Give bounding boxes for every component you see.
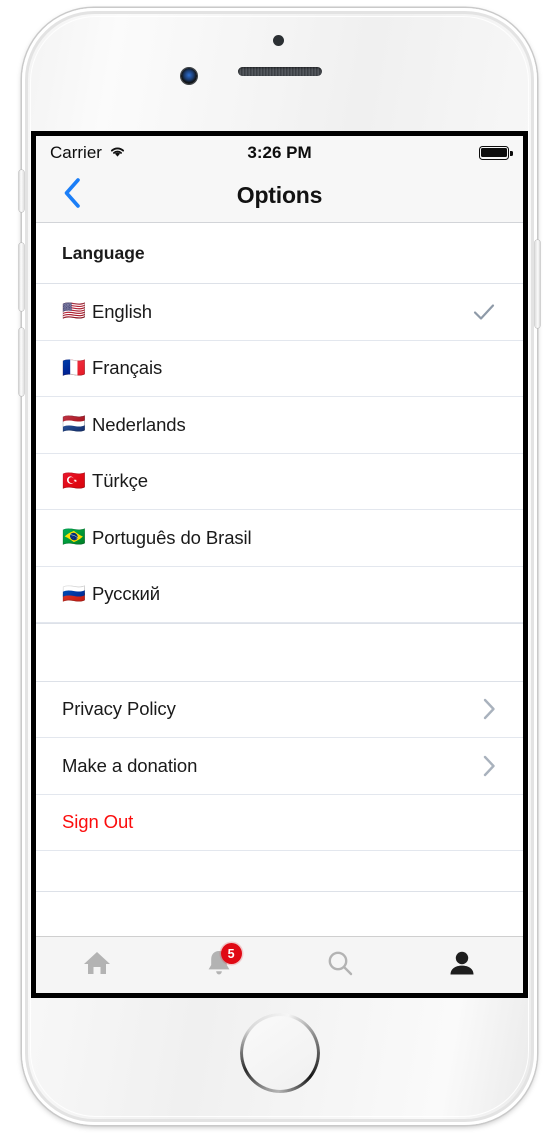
language-row-turkce[interactable]: 🇹🇷 Türkçe (36, 453, 523, 510)
make-a-donation-label: Make a donation (62, 754, 198, 776)
home-icon (82, 948, 112, 983)
search-icon (325, 948, 355, 983)
chevron-left-icon (62, 177, 82, 214)
privacy-policy-label: Privacy Policy (62, 698, 176, 720)
language-row-english[interactable]: 🇺🇸 English (36, 284, 523, 341)
sign-out-label: Sign Out (62, 811, 134, 833)
flag-icon-us: 🇺🇸 (62, 301, 86, 323)
chevron-right-icon (482, 754, 497, 778)
proximity-sensor-icon (273, 35, 284, 46)
flag-icon-ru: 🇷🇺 (62, 583, 86, 605)
tab-notifications[interactable]: 5 (158, 937, 280, 993)
phone-screen: Carrier 3:26 PM Options Language 🇺🇸 Engl… (36, 136, 523, 993)
sign-out-row[interactable]: Sign Out (36, 794, 523, 851)
silent-switch[interactable] (19, 170, 24, 212)
volume-down-button[interactable] (19, 328, 24, 396)
carrier-label: Carrier (50, 142, 102, 162)
language-label: Nederlands (92, 413, 186, 435)
status-bar: Carrier 3:26 PM (36, 136, 523, 169)
language-label: Русский (92, 583, 160, 605)
section-spacer (36, 623, 523, 682)
checkmark-icon (471, 299, 497, 325)
power-button[interactable] (535, 240, 540, 328)
language-row-russkiy[interactable]: 🇷🇺 Русский (36, 566, 523, 623)
back-button[interactable] (50, 174, 94, 218)
screenshot-root: Carrier 3:26 PM Options Language 🇺🇸 Engl… (0, 0, 559, 1133)
make-a-donation-row[interactable]: Make a donation (36, 738, 523, 795)
status-bar-right (479, 145, 513, 160)
volume-up-button[interactable] (19, 243, 24, 311)
battery-full-icon (479, 145, 513, 160)
flag-icon-fr: 🇫🇷 (62, 357, 86, 379)
language-label: Português do Brasil (92, 526, 252, 548)
language-row-nederlands[interactable]: 🇳🇱 Nederlands (36, 397, 523, 454)
person-icon (447, 948, 477, 983)
privacy-policy-row[interactable]: Privacy Policy (36, 681, 523, 738)
language-label: English (92, 300, 152, 322)
earpiece-speaker (238, 67, 322, 76)
wifi-icon (109, 143, 126, 163)
options-list: Language 🇺🇸 English 🇫🇷 Français � (36, 223, 523, 936)
home-button[interactable] (240, 1013, 320, 1093)
tab-search[interactable] (280, 937, 402, 993)
flag-icon-tr: 🇹🇷 (62, 470, 86, 492)
navigation-bar: Options (36, 169, 523, 223)
language-row-francais[interactable]: 🇫🇷 Français (36, 340, 523, 397)
front-camera-icon (181, 68, 197, 84)
page-title: Options (236, 182, 323, 208)
language-label: Français (92, 357, 163, 379)
tab-home[interactable] (36, 937, 158, 993)
notification-badge: 5 (220, 943, 242, 964)
list-bottom-spacer (36, 851, 523, 892)
chevron-right-icon (482, 697, 497, 721)
section-header-label: Language (62, 242, 145, 263)
tab-profile[interactable] (401, 937, 523, 993)
section-header-language: Language (36, 223, 523, 284)
status-bar-left: Carrier (50, 143, 126, 163)
tab-bar: 5 (36, 936, 523, 993)
language-label: Türkçe (92, 470, 148, 492)
flag-icon-nl: 🇳🇱 (62, 414, 86, 436)
flag-icon-br: 🇧🇷 (62, 527, 86, 549)
language-row-portugues-do-brasil[interactable]: 🇧🇷 Português do Brasil (36, 510, 523, 567)
